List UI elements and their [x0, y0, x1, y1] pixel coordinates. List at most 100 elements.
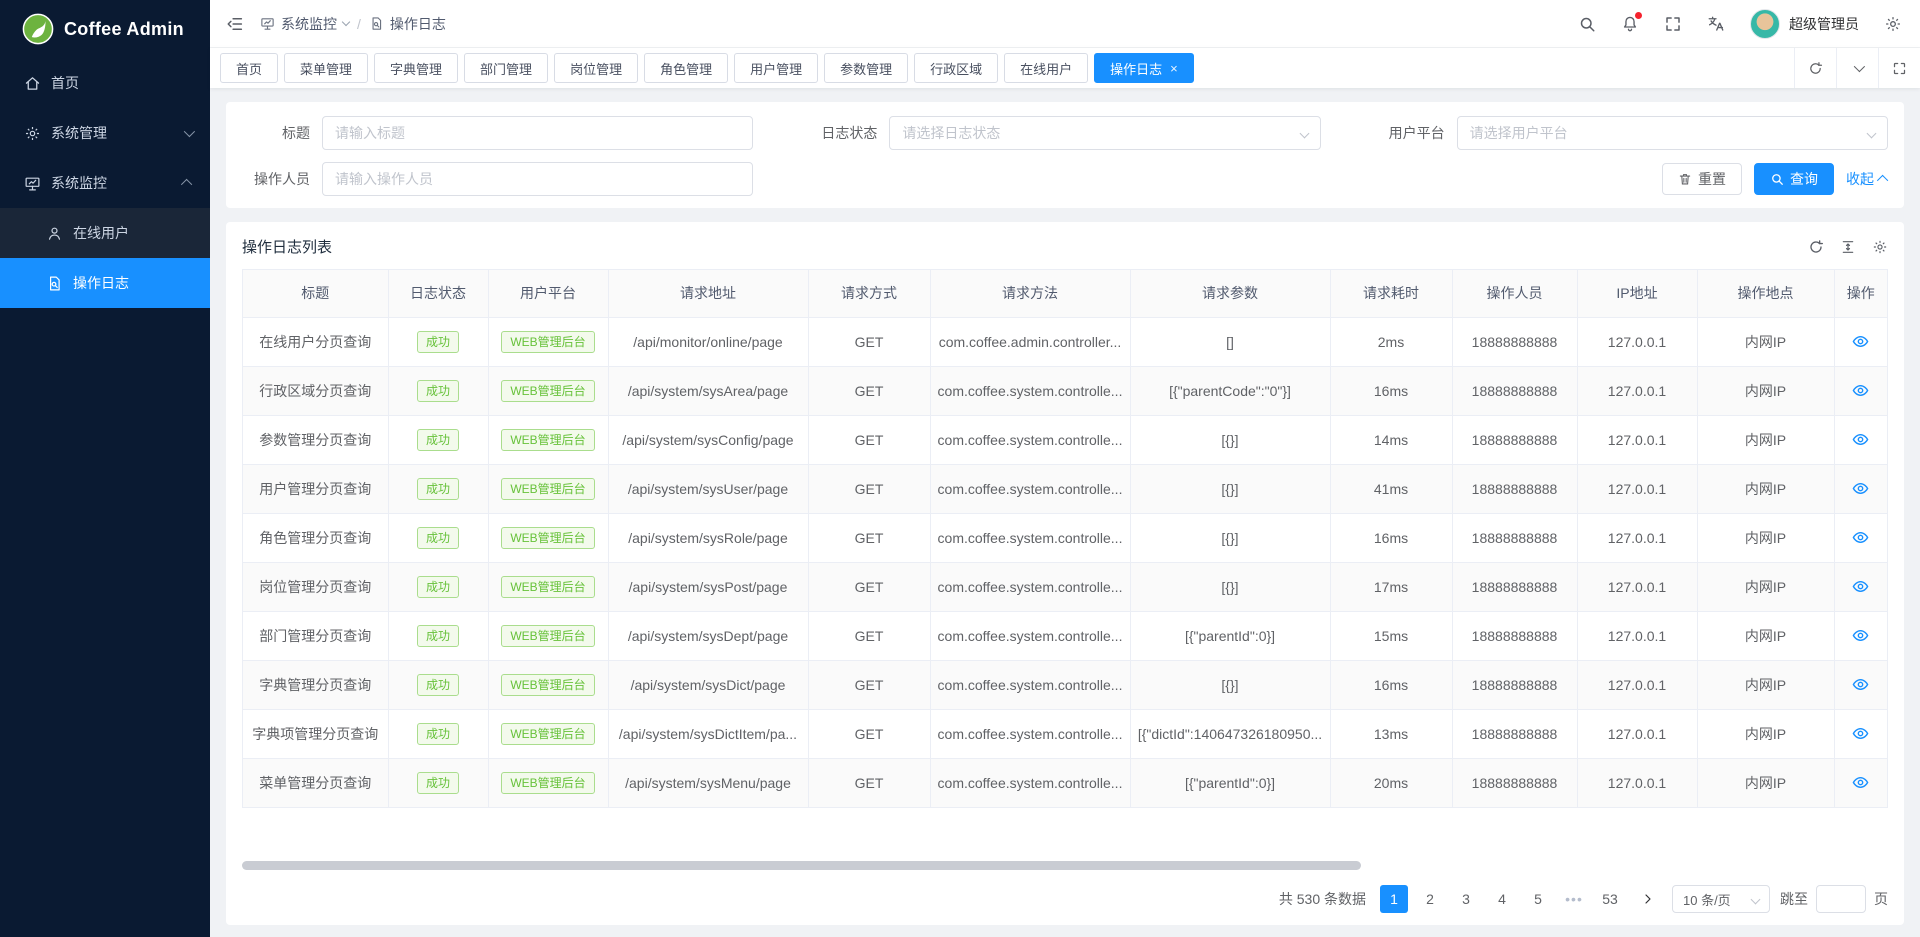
scrollbar-thumb[interactable] [242, 861, 1361, 870]
row-density-icon[interactable] [1840, 239, 1856, 255]
view-detail-eye-icon[interactable] [1852, 676, 1869, 693]
tab-label: 角色管理 [660, 59, 712, 78]
menu-fold-icon[interactable] [226, 15, 244, 33]
column-header: 操作 [1834, 270, 1887, 317]
tab-岗位管理[interactable]: 岗位管理 [554, 53, 638, 83]
settings-gear-icon[interactable] [1884, 15, 1902, 33]
page-button-1[interactable]: 1 [1380, 885, 1408, 913]
log-status-select[interactable]: 请选择日志状态 [889, 116, 1320, 150]
search-icon[interactable] [1578, 15, 1596, 33]
breadcrumb-parent[interactable]: 系统监控 [260, 14, 349, 34]
time-cell: 15ms [1330, 611, 1452, 660]
tab-参数管理[interactable]: 参数管理 [824, 53, 908, 83]
collapse-link[interactable]: 收起 [1846, 169, 1888, 189]
tab-close-icon[interactable]: × [1170, 62, 1178, 75]
sidebar-item-label: 系统监控 [51, 173, 184, 193]
params-cell: [{"parentId":0}] [1130, 758, 1330, 807]
ip-cell: 127.0.0.1 [1577, 660, 1697, 709]
column-header: 标题 [243, 270, 388, 317]
handler-cell: com.coffee.system.controlle... [930, 513, 1130, 562]
title-input[interactable] [323, 117, 752, 149]
view-detail-eye-icon[interactable] [1852, 431, 1869, 448]
page-button-5[interactable]: 5 [1524, 885, 1552, 913]
refresh-icon[interactable] [1794, 48, 1836, 88]
operator-input[interactable] [323, 163, 752, 195]
view-detail-eye-icon[interactable] [1852, 333, 1869, 350]
user-menu[interactable]: 超级管理员 [1750, 9, 1859, 39]
tab-首页[interactable]: 首页 [220, 53, 278, 83]
table-row: 角色管理分页查询成功WEB管理后台/api/system/sysRole/pag… [243, 513, 1887, 562]
tab-label: 参数管理 [840, 59, 892, 78]
method-cell: GET [808, 513, 930, 562]
maximize-icon[interactable] [1878, 48, 1920, 88]
tab-菜单管理[interactable]: 菜单管理 [284, 53, 368, 83]
time-cell: 13ms [1330, 709, 1452, 758]
method-cell: GET [808, 317, 930, 366]
tab-用户管理[interactable]: 用户管理 [734, 53, 818, 83]
page-size-value: 10 条/页 [1683, 890, 1731, 909]
method-cell: GET [808, 415, 930, 464]
page-button-2[interactable]: 2 [1416, 885, 1444, 913]
refresh-icon[interactable] [1808, 239, 1824, 255]
view-detail-eye-icon[interactable] [1852, 725, 1869, 742]
notification-bell-icon[interactable] [1621, 15, 1639, 33]
column-header: 请求方法 [930, 270, 1130, 317]
tab-字典管理[interactable]: 字典管理 [374, 53, 458, 83]
ip-cell: 127.0.0.1 [1577, 464, 1697, 513]
tab-在线用户[interactable]: 在线用户 [1004, 53, 1088, 83]
time-cell: 20ms [1330, 758, 1452, 807]
pagination-more[interactable]: ••• [1560, 885, 1588, 913]
location-cell: 内网IP [1697, 758, 1834, 807]
table-row: 菜单管理分页查询成功WEB管理后台/api/system/sysMenu/pag… [243, 758, 1887, 807]
view-detail-eye-icon[interactable] [1852, 774, 1869, 791]
view-detail-eye-icon[interactable] [1852, 578, 1869, 595]
search-button[interactable]: 查询 [1754, 163, 1834, 195]
tab-行政区域[interactable]: 行政区域 [914, 53, 998, 83]
params-cell: [{}] [1130, 513, 1330, 562]
reset-button[interactable]: 重置 [1662, 163, 1742, 195]
sidebar-item-operation-log[interactable]: 操作日志 [0, 258, 210, 308]
user-platform-label: 用户平台 [1377, 123, 1457, 143]
page-button-4[interactable]: 4 [1488, 885, 1516, 913]
log-status-cell: 成功 [388, 709, 488, 758]
method-cell: GET [808, 464, 930, 513]
pagination: 共 530 条数据 12345•••53 10 条/页 跳至 页 [242, 885, 1888, 913]
filter-field-title: 标题 [242, 116, 753, 150]
view-detail-eye-icon[interactable] [1852, 480, 1869, 497]
platform-tag: WEB管理后台 [501, 674, 594, 696]
view-detail-eye-icon[interactable] [1852, 382, 1869, 399]
table-row: 行政区域分页查询成功WEB管理后台/api/system/sysArea/pag… [243, 366, 1887, 415]
filter-actions: 重置 查询 收起 [1377, 162, 1888, 196]
page-button-53[interactable]: 53 [1596, 885, 1624, 913]
user-platform-cell: WEB管理后台 [488, 366, 608, 415]
platform-tag: WEB管理后台 [501, 429, 594, 451]
horizontal-scrollbar [242, 861, 1888, 871]
user-platform-select[interactable]: 请选择用户平台 [1457, 116, 1888, 150]
translate-icon[interactable] [1707, 15, 1725, 33]
title-cell: 字典管理分页查询 [243, 660, 388, 709]
time-cell: 16ms [1330, 660, 1452, 709]
fullscreen-icon[interactable] [1664, 15, 1682, 33]
view-detail-eye-icon[interactable] [1852, 627, 1869, 644]
page-button-3[interactable]: 3 [1452, 885, 1480, 913]
jump-page-input[interactable] [1816, 885, 1866, 913]
page-size-select[interactable]: 10 条/页 [1672, 885, 1770, 913]
sidebar-item-online-users[interactable]: 在线用户 [0, 208, 210, 258]
tab-dropdown-icon[interactable] [1836, 48, 1878, 88]
table-row: 字典管理分页查询成功WEB管理后台/api/system/sysDict/pag… [243, 660, 1887, 709]
sidebar-item-home[interactable]: 首页 [0, 58, 210, 108]
sidebar-item-system-management[interactable]: 系统管理 [0, 108, 210, 158]
next-page-button[interactable] [1634, 885, 1662, 913]
column-header: 操作地点 [1697, 270, 1834, 317]
view-detail-eye-icon[interactable] [1852, 529, 1869, 546]
tab-label: 部门管理 [480, 59, 532, 78]
tab-角色管理[interactable]: 角色管理 [644, 53, 728, 83]
chevron-down-icon [1751, 895, 1761, 905]
filter-field-user-platform: 用户平台 请选择用户平台 [1377, 116, 1888, 150]
sidebar-item-system-monitor[interactable]: 系统监控 [0, 158, 210, 208]
url-cell: /api/monitor/online/page [608, 317, 808, 366]
tab-部门管理[interactable]: 部门管理 [464, 53, 548, 83]
action-cell [1834, 464, 1887, 513]
column-settings-gear-icon[interactable] [1872, 239, 1888, 255]
tab-操作日志[interactable]: 操作日志× [1094, 53, 1194, 83]
